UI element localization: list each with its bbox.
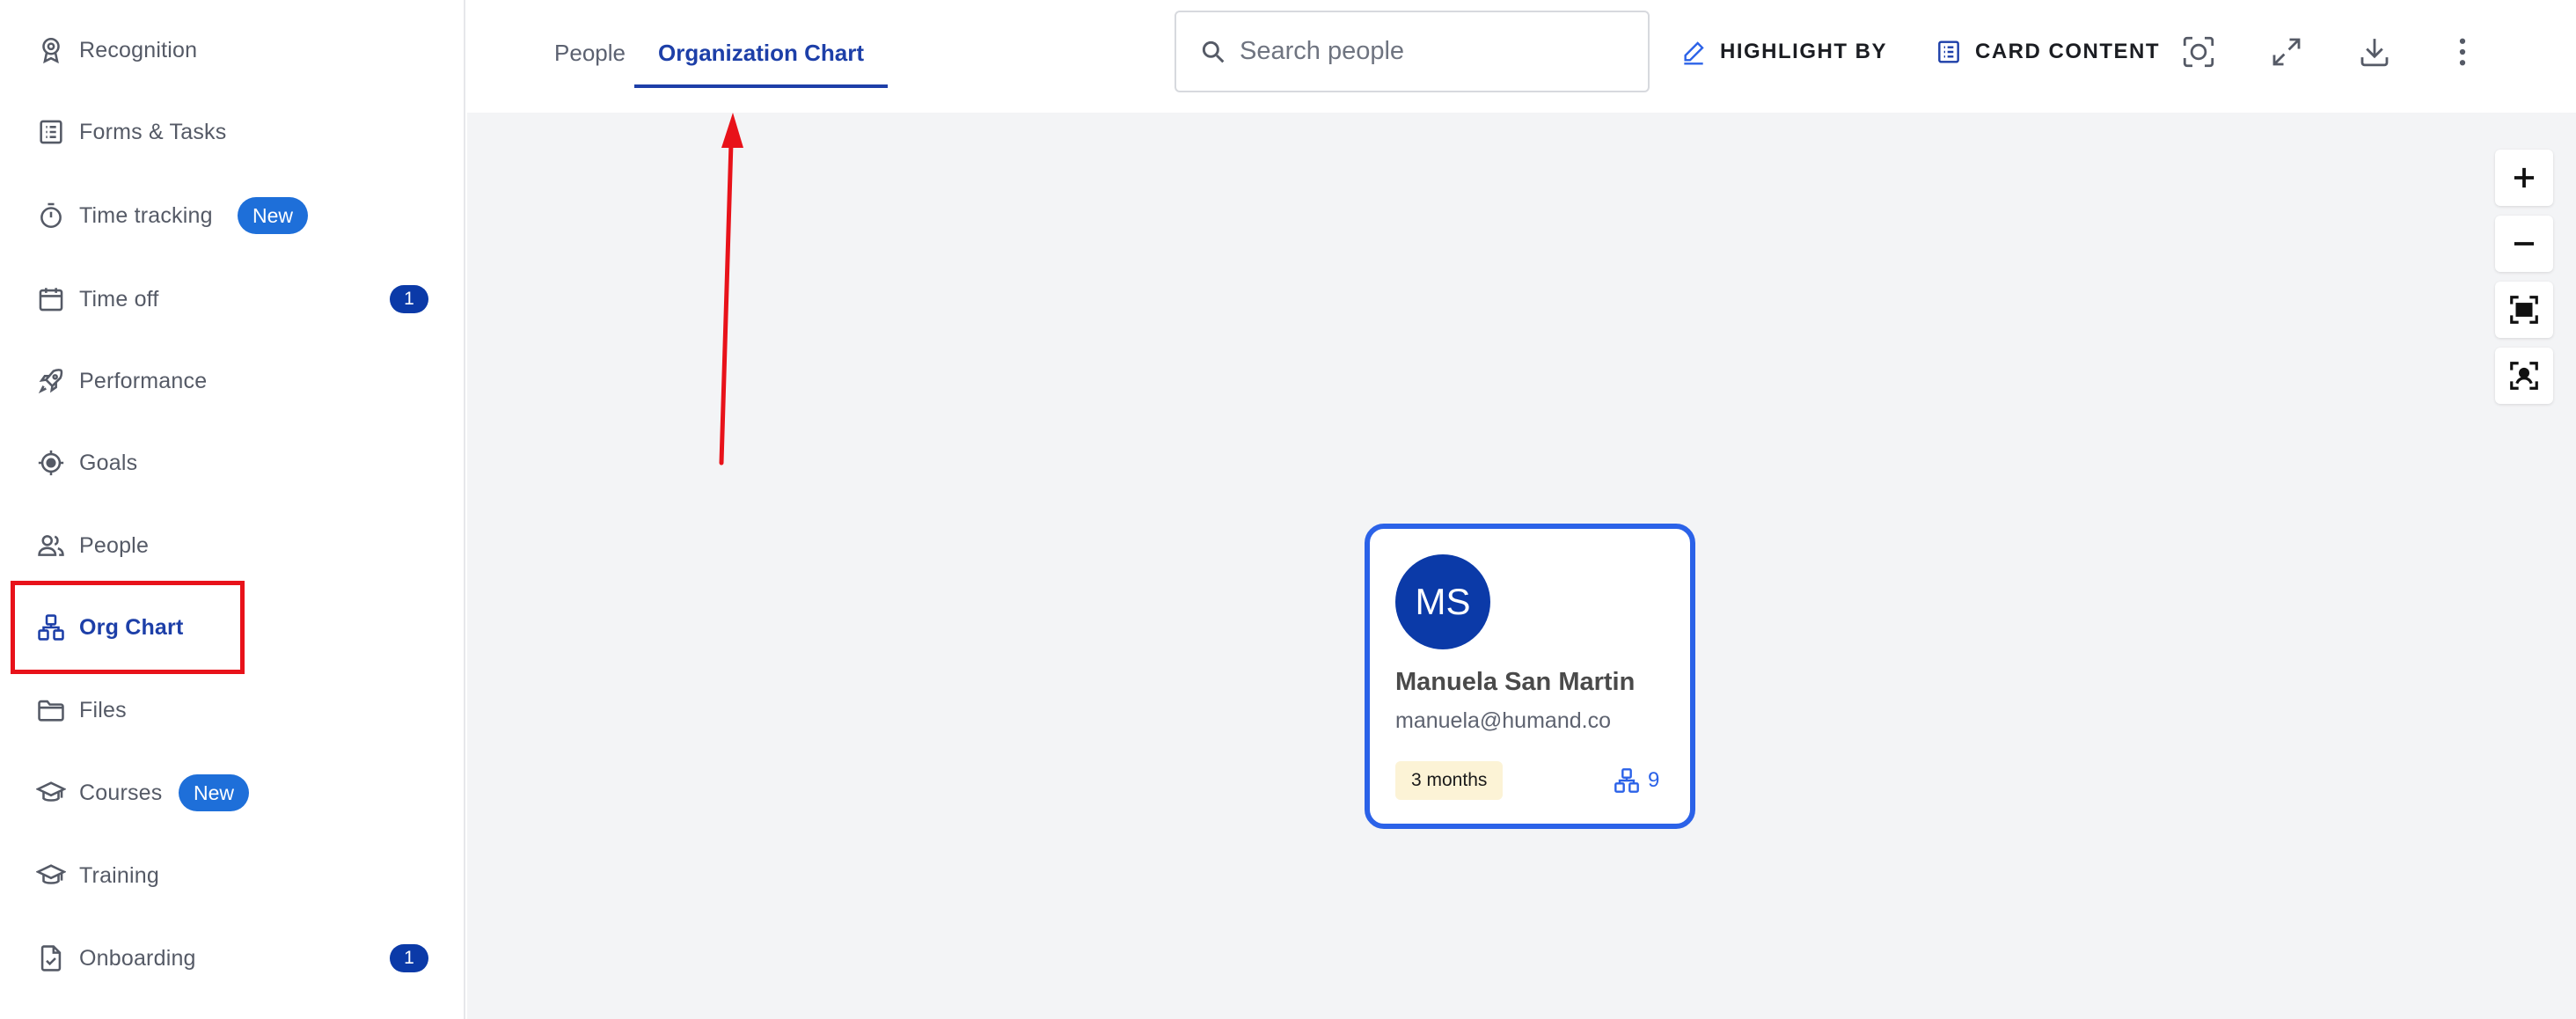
sidebar-item-label: Files <box>79 697 127 722</box>
sidebar-item-label: Forms & Tasks <box>79 119 227 144</box>
folder-icon <box>35 694 67 726</box>
center-person-button[interactable] <box>2495 348 2553 404</box>
top-bar: People Organization Chart HIGHLIGHT BY C… <box>467 0 2576 113</box>
fullscreen-button[interactable] <box>2263 28 2310 76</box>
search-box[interactable] <box>1175 11 1650 92</box>
count-badge: 1 <box>390 285 428 313</box>
fit-screen-button[interactable] <box>2495 282 2553 338</box>
count-badge: 1 <box>390 944 428 972</box>
active-tab-indicator <box>634 84 888 88</box>
card-content-label: CARD CONTENT <box>1975 40 2160 63</box>
pencil-icon <box>1684 41 1704 65</box>
sidebar-item-performance[interactable]: Performance <box>0 346 465 416</box>
sidebar: Recognition Forms & Tasks Time tracking … <box>0 0 465 1019</box>
sidebar-item-label: People <box>79 532 150 558</box>
calendar-icon <box>35 283 67 315</box>
annotation-highlight-box <box>11 581 245 674</box>
more-options-button[interactable] <box>2439 28 2486 76</box>
stopwatch-icon <box>35 200 67 231</box>
sidebar-item-label: Goals <box>79 450 138 475</box>
new-badge: New <box>179 774 250 811</box>
sidebar-item-label: Courses <box>79 780 163 805</box>
document-check-icon <box>35 942 67 974</box>
reports-count: 9 <box>1648 768 1660 792</box>
fit-screen-icon <box>2510 296 2538 324</box>
more-vert-icon <box>2459 38 2466 66</box>
rocket-icon <box>35 365 67 397</box>
sidebar-item-people[interactable]: People <box>0 510 465 581</box>
focus-button[interactable] <box>2175 28 2222 76</box>
list-document-icon <box>1938 40 1959 63</box>
avatar: MS <box>1395 554 1490 649</box>
direct-reports-count[interactable]: 9 <box>1613 766 1659 795</box>
highlight-by-button[interactable]: HIGHLIGHT BY <box>1680 30 1887 74</box>
graduation-cap-icon <box>35 860 67 891</box>
search-input[interactable] <box>1240 37 1627 66</box>
download-button[interactable] <box>2351 28 2398 76</box>
zoom-in-button[interactable] <box>2495 150 2553 206</box>
expand-icon <box>2272 38 2301 66</box>
person-name: Manuela San Martin <box>1395 668 1636 696</box>
zoom-out-icon <box>2514 242 2535 246</box>
sidebar-item-forms-tasks[interactable]: Forms & Tasks <box>0 97 465 167</box>
sidebar-item-time-off[interactable]: Time off 1 <box>0 264 465 334</box>
sidebar-item-recognition[interactable]: Recognition <box>0 15 465 85</box>
sidebar-item-courses[interactable]: Courses New <box>0 758 465 828</box>
checklist-icon <box>35 116 67 148</box>
tenure-badge: 3 months <box>1395 761 1504 800</box>
sidebar-item-files[interactable]: Files <box>0 675 465 745</box>
tab-organization-chart[interactable]: Organization Chart <box>634 19 888 86</box>
sidebar-item-label: Recognition <box>79 37 198 62</box>
focus-icon <box>2183 36 2214 68</box>
sidebar-item-training[interactable]: Training <box>0 840 465 911</box>
sidebar-item-onboarding[interactable]: Onboarding 1 <box>0 923 465 993</box>
highlight-by-label: HIGHLIGHT BY <box>1720 40 1887 63</box>
card-content-button[interactable]: CARD CONTENT <box>1935 30 2160 74</box>
person-email: manuela@humand.co <box>1395 708 1611 733</box>
sidebar-item-label: Time tracking <box>79 202 213 228</box>
zoom-in-icon <box>2514 167 2535 188</box>
person-card[interactable]: MS Manuela San Martin manuela@humand.co … <box>1365 524 1695 829</box>
org-chart-icon <box>1614 768 1639 793</box>
search-icon <box>1202 40 1225 62</box>
sidebar-item-time-tracking[interactable]: Time tracking New <box>0 180 465 251</box>
target-icon <box>35 447 67 479</box>
sidebar-item-label: Training <box>79 862 159 888</box>
sidebar-item-goals[interactable]: Goals <box>0 428 465 498</box>
sidebar-item-label: Time off <box>79 286 159 312</box>
download-icon <box>2360 39 2389 67</box>
zoom-out-button[interactable] <box>2495 216 2553 272</box>
graduation-cap-icon <box>35 777 67 809</box>
sidebar-item-label: Onboarding <box>79 945 196 971</box>
people-icon <box>35 530 67 561</box>
new-badge: New <box>238 197 309 234</box>
award-icon <box>35 34 67 66</box>
sidebar-item-label: Performance <box>79 368 208 393</box>
center-person-icon <box>2510 362 2538 390</box>
